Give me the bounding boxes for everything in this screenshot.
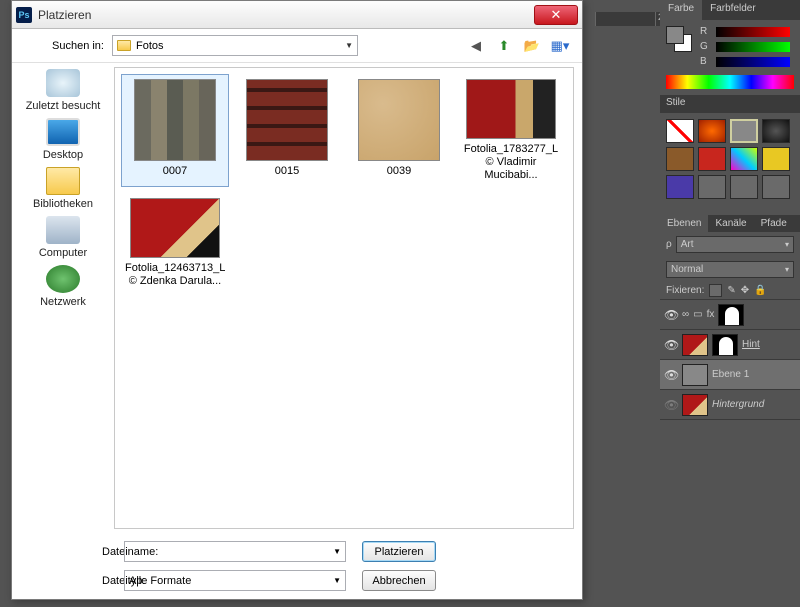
- styles-header[interactable]: Stile: [660, 95, 800, 113]
- thumbnail: [358, 79, 440, 161]
- blend-mode-select[interactable]: Normal▾: [666, 261, 794, 278]
- lock-row: Fixieren: ✎ ✥ 🔒: [660, 282, 800, 300]
- desktop-icon: [46, 118, 80, 146]
- lookIn-row: Suchen in: Fotos ▼ ◀ ⬆ 📂 ▦▾: [12, 29, 582, 63]
- thumbnail: [134, 79, 216, 161]
- new-folder-icon[interactable]: 📂: [522, 36, 542, 56]
- layer-row[interactable]: 👁 ∞ ▭ fx: [660, 300, 800, 330]
- layer-row[interactable]: 👁 Hintergrund: [660, 390, 800, 420]
- sidebar-recent[interactable]: Zuletzt besucht: [26, 69, 101, 112]
- file-item[interactable]: 0039: [345, 74, 453, 187]
- styles-grid: [660, 113, 800, 205]
- close-button[interactable]: ✕: [534, 5, 578, 25]
- link-icon[interactable]: ∞: [682, 309, 689, 320]
- style-swatch[interactable]: [666, 119, 694, 143]
- layers-tabs: Ebenen Kanäle Pfade: [660, 215, 800, 232]
- tab-channels[interactable]: Kanäle: [708, 215, 753, 232]
- lock-move-icon[interactable]: ✥: [741, 285, 749, 296]
- sidebar-desktop[interactable]: Desktop: [43, 118, 83, 161]
- computer-icon: [46, 216, 80, 244]
- file-item[interactable]: Fotolia_12463713_L © Zdenka Darula...: [121, 193, 229, 293]
- places-sidebar: Zuletzt besucht Desktop Bibliotheken Com…: [12, 63, 114, 533]
- visibility-icon[interactable]: 👁: [664, 398, 678, 412]
- photoshop-icon: Ps: [16, 7, 32, 23]
- fx-icon[interactable]: fx: [707, 309, 715, 320]
- color-panel: R G B: [660, 20, 800, 95]
- folder-name: Fotos: [136, 40, 164, 52]
- place-button[interactable]: Platzieren: [362, 541, 436, 562]
- sidebar-libraries[interactable]: Bibliotheken: [33, 167, 93, 210]
- tab-paths[interactable]: Pfade: [754, 215, 794, 232]
- file-item[interactable]: Fotolia_1783277_L © Vladimir Mucibabi...: [457, 74, 565, 187]
- layer-thumb: [682, 394, 708, 416]
- style-swatch[interactable]: [698, 175, 726, 199]
- color-tabs: Farbe Farbfelder: [660, 0, 800, 20]
- style-swatch[interactable]: [762, 119, 790, 143]
- style-swatch[interactable]: [730, 175, 758, 199]
- tab-swatches[interactable]: Farbfelder: [702, 0, 764, 20]
- file-item[interactable]: 0007: [121, 74, 229, 187]
- tab-color[interactable]: Farbe: [660, 0, 702, 20]
- thumbnail: [466, 79, 556, 139]
- chevron-down-icon: ▼: [333, 547, 341, 556]
- g-slider[interactable]: [716, 42, 790, 52]
- style-swatch[interactable]: [730, 119, 758, 143]
- layer-row[interactable]: 👁 Ebene 1: [660, 360, 800, 390]
- r-slider[interactable]: [716, 27, 790, 37]
- back-icon[interactable]: ◀: [466, 36, 486, 56]
- titlebar[interactable]: Ps Platzieren ✕: [12, 1, 582, 29]
- style-swatch[interactable]: [762, 175, 790, 199]
- b-slider[interactable]: [716, 57, 790, 67]
- view-menu-icon[interactable]: ▦▾: [550, 36, 570, 56]
- style-swatch[interactable]: [730, 147, 758, 171]
- style-swatch[interactable]: [762, 147, 790, 171]
- network-icon: [46, 265, 80, 293]
- layer-filter-row: ρ Art▾: [660, 232, 800, 257]
- cancel-button[interactable]: Abbrechen: [362, 570, 436, 591]
- spectrum-bar[interactable]: [666, 75, 794, 89]
- filetype-label: Dateityp:: [26, 575, 124, 587]
- filename-label: Dateiname:: [26, 546, 124, 558]
- thumbnail: [130, 198, 220, 258]
- file-list[interactable]: 0007 0015 0039 Fotolia_1783277_L © Vladi…: [114, 67, 574, 529]
- up-icon[interactable]: ⬆: [494, 36, 514, 56]
- recent-icon: [46, 69, 80, 97]
- folder-icon: [117, 40, 131, 51]
- search-in-label: Suchen in:: [52, 40, 104, 52]
- dialog-title: Platzieren: [38, 8, 91, 22]
- layer-row[interactable]: 👁 Hint: [660, 330, 800, 360]
- visibility-icon[interactable]: 👁: [664, 368, 678, 382]
- layer-kind-select[interactable]: Art▾: [676, 236, 794, 253]
- sidebar-computer[interactable]: Computer: [39, 216, 87, 259]
- style-swatch[interactable]: [698, 147, 726, 171]
- sidebar-network[interactable]: Netzwerk: [40, 265, 86, 308]
- libraries-icon: [46, 167, 80, 195]
- mask-icon[interactable]: ▭: [693, 309, 702, 320]
- visibility-icon[interactable]: 👁: [664, 338, 678, 352]
- folder-combo[interactable]: Fotos ▼: [112, 35, 358, 56]
- layer-thumb: [682, 364, 708, 386]
- lock-pixels-icon[interactable]: [709, 284, 722, 297]
- lock-all-icon[interactable]: 🔒: [754, 285, 766, 296]
- thumbnail: [246, 79, 328, 161]
- panels: Farbe Farbfelder R G B Stile Ebenen Kanä…: [660, 0, 800, 600]
- layer-thumb: [718, 304, 744, 326]
- chevron-down-icon: ▼: [345, 41, 353, 50]
- style-swatch[interactable]: [666, 175, 694, 199]
- chevron-down-icon: ▼: [333, 576, 341, 585]
- style-swatch[interactable]: [698, 119, 726, 143]
- tab-layers[interactable]: Ebenen: [660, 215, 708, 232]
- layer-thumb: [682, 334, 708, 356]
- place-dialog: Ps Platzieren ✕ Suchen in: Fotos ▼ ◀ ⬆ 📂…: [11, 0, 583, 600]
- filename-input[interactable]: ▼: [124, 541, 346, 562]
- lock-brush-icon[interactable]: ✎: [727, 285, 735, 296]
- visibility-icon[interactable]: 👁: [664, 308, 678, 322]
- fgbg-swatch[interactable]: [666, 26, 692, 52]
- layer-mask-thumb: [712, 334, 738, 356]
- filetype-combo[interactable]: Alle Formate▼: [124, 570, 346, 591]
- style-swatch[interactable]: [666, 147, 694, 171]
- file-item[interactable]: 0015: [233, 74, 341, 187]
